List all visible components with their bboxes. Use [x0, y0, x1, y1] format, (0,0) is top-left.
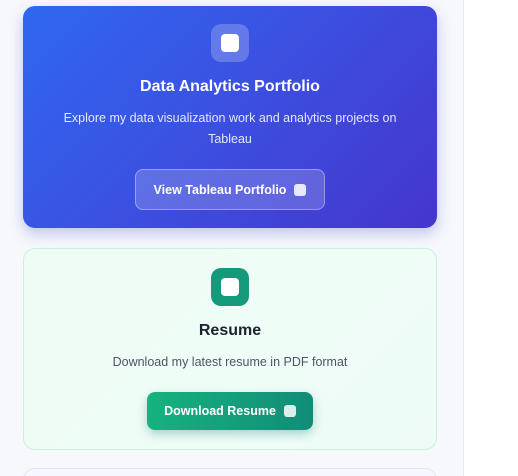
- view-tableau-portfolio-button[interactable]: View Tableau Portfolio: [135, 169, 325, 210]
- document-icon: [211, 268, 249, 306]
- view-portfolio-label: View Tableau Portfolio: [153, 182, 287, 197]
- download-icon: [283, 405, 296, 417]
- resume-description: Download my latest resume in PDF format: [112, 355, 348, 369]
- next-card: [23, 468, 437, 476]
- portfolio-description: Explore my data visualization work and a…: [63, 111, 397, 146]
- portfolio-title: Data Analytics Portfolio: [140, 78, 320, 95]
- content-panel: Data Analytics Portfolio Explore my data…: [0, 0, 464, 476]
- download-resume-button[interactable]: Download Resume: [147, 392, 313, 430]
- external-link-icon: [294, 183, 307, 196]
- download-resume-label: Download Resume: [164, 404, 276, 418]
- chart-icon: [211, 24, 249, 62]
- resume-card: Resume Download my latest resume in PDF …: [23, 248, 437, 450]
- portfolio-card: Data Analytics Portfolio Explore my data…: [23, 6, 437, 228]
- resume-title: Resume: [198, 322, 262, 339]
